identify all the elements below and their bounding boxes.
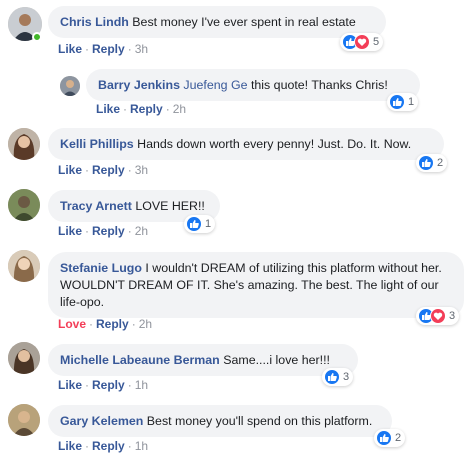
reply-button[interactable]: Reply <box>92 439 125 453</box>
comment-actions: Like · Reply · 1h <box>58 378 149 392</box>
reaction-summary[interactable]: 3 <box>416 307 460 325</box>
comment-bubble: Michelle Labeaune Berman Same....i love … <box>48 344 358 376</box>
comment-author[interactable]: Kelli Phillips <box>60 137 134 151</box>
reply-button[interactable]: Reply <box>92 224 125 238</box>
comment-author[interactable]: Stefanie Lugo <box>60 261 142 275</box>
comment-actions: Like · Reply · 1h <box>58 439 149 453</box>
avatar[interactable] <box>8 189 40 221</box>
reaction-count: 1 <box>408 96 415 108</box>
thumbs-up-icon <box>186 216 202 232</box>
love-button[interactable]: Love <box>58 317 86 331</box>
reaction-count: 1 <box>205 218 212 230</box>
online-status-indicator <box>32 32 42 42</box>
like-button[interactable]: Like <box>58 163 82 177</box>
comment-actions: Like · Reply · 3h <box>58 163 149 177</box>
comment-author[interactable]: Gary Kelemen <box>60 414 143 428</box>
comment-text: Best money you'll spend on this platform… <box>146 414 373 428</box>
timestamp[interactable]: 2h <box>173 102 186 116</box>
timestamp[interactable]: 3h <box>135 42 148 56</box>
reaction-count: 2 <box>437 157 444 169</box>
comment-author[interactable]: Tracy Arnett <box>60 199 132 213</box>
reaction-summary[interactable]: 3 <box>322 368 354 386</box>
comment-bubble: Gary Kelemen Best money you'll spend on … <box>48 405 392 437</box>
comment-bubble: Chris Lindh Best money I've ever spent i… <box>48 6 386 38</box>
comment-text: LOVE HER!! <box>135 199 205 213</box>
reaction-summary[interactable]: 5 <box>340 33 384 51</box>
thumbs-up-icon <box>324 369 340 385</box>
comment-text: Hands down worth every penny! Just. Do. … <box>137 137 412 151</box>
like-button[interactable]: Like <box>96 102 120 116</box>
heart-icon <box>430 308 446 324</box>
timestamp[interactable]: 1h <box>135 378 148 392</box>
timestamp[interactable]: 1h <box>135 439 148 453</box>
thumbs-up-icon <box>376 430 392 446</box>
reaction-summary[interactable]: 1 <box>184 215 216 233</box>
avatar[interactable] <box>60 76 80 96</box>
comment-bubble: Barry Jenkins Juefeng Ge this quote! Tha… <box>86 69 420 101</box>
reaction-summary[interactable]: 2 <box>374 429 406 447</box>
reaction-summary[interactable]: 1 <box>387 93 419 111</box>
reply-button[interactable]: Reply <box>96 317 129 331</box>
reply-button[interactable]: Reply <box>92 163 125 177</box>
comment-text: Best money I've ever spent in real estat… <box>132 15 356 29</box>
timestamp[interactable]: 3h <box>135 163 148 177</box>
reaction-count: 5 <box>373 36 380 48</box>
comment-actions: Love · Reply · 2h <box>58 317 153 331</box>
reaction-count: 3 <box>343 371 350 383</box>
comment-actions: Like · Reply · 3h <box>58 42 149 56</box>
reaction-summary[interactable]: 2 <box>416 154 448 172</box>
reply-button[interactable]: Reply <box>130 102 163 116</box>
mention-link[interactable]: Juefeng Ge <box>183 78 247 92</box>
like-button[interactable]: Like <box>58 378 82 392</box>
comment-actions: Like · Reply · 2h <box>58 224 149 238</box>
comment-bubble: Stefanie Lugo I wouldn't DREAM of utiliz… <box>48 252 464 318</box>
heart-icon <box>354 34 370 50</box>
reply-button[interactable]: Reply <box>92 42 125 56</box>
comment-thread: Chris Lindh Best money I've ever spent i… <box>0 0 476 459</box>
avatar[interactable] <box>8 128 40 160</box>
reply-button[interactable]: Reply <box>92 378 125 392</box>
like-button[interactable]: Like <box>58 224 82 238</box>
comment-text: this quote! Thanks Chris! <box>250 78 388 92</box>
avatar[interactable] <box>8 404 40 436</box>
thumbs-up-icon <box>389 94 405 110</box>
comment-text: Same....i love her!!! <box>223 353 330 367</box>
like-button[interactable]: Like <box>58 42 82 56</box>
reaction-count: 3 <box>449 310 456 322</box>
like-button[interactable]: Like <box>58 439 82 453</box>
avatar[interactable] <box>8 342 40 374</box>
comment-author[interactable]: Barry Jenkins <box>98 78 180 92</box>
thumbs-up-icon <box>418 155 434 171</box>
avatar[interactable] <box>8 250 40 282</box>
reaction-count: 2 <box>395 432 402 444</box>
timestamp[interactable]: 2h <box>139 317 152 331</box>
comment-actions: Like · Reply · 2h <box>96 102 187 116</box>
comment-bubble: Kelli Phillips Hands down worth every pe… <box>48 128 444 160</box>
comment-author[interactable]: Michelle Labeaune Berman <box>60 353 220 367</box>
comment-author[interactable]: Chris Lindh <box>60 15 129 29</box>
timestamp[interactable]: 2h <box>135 224 148 238</box>
